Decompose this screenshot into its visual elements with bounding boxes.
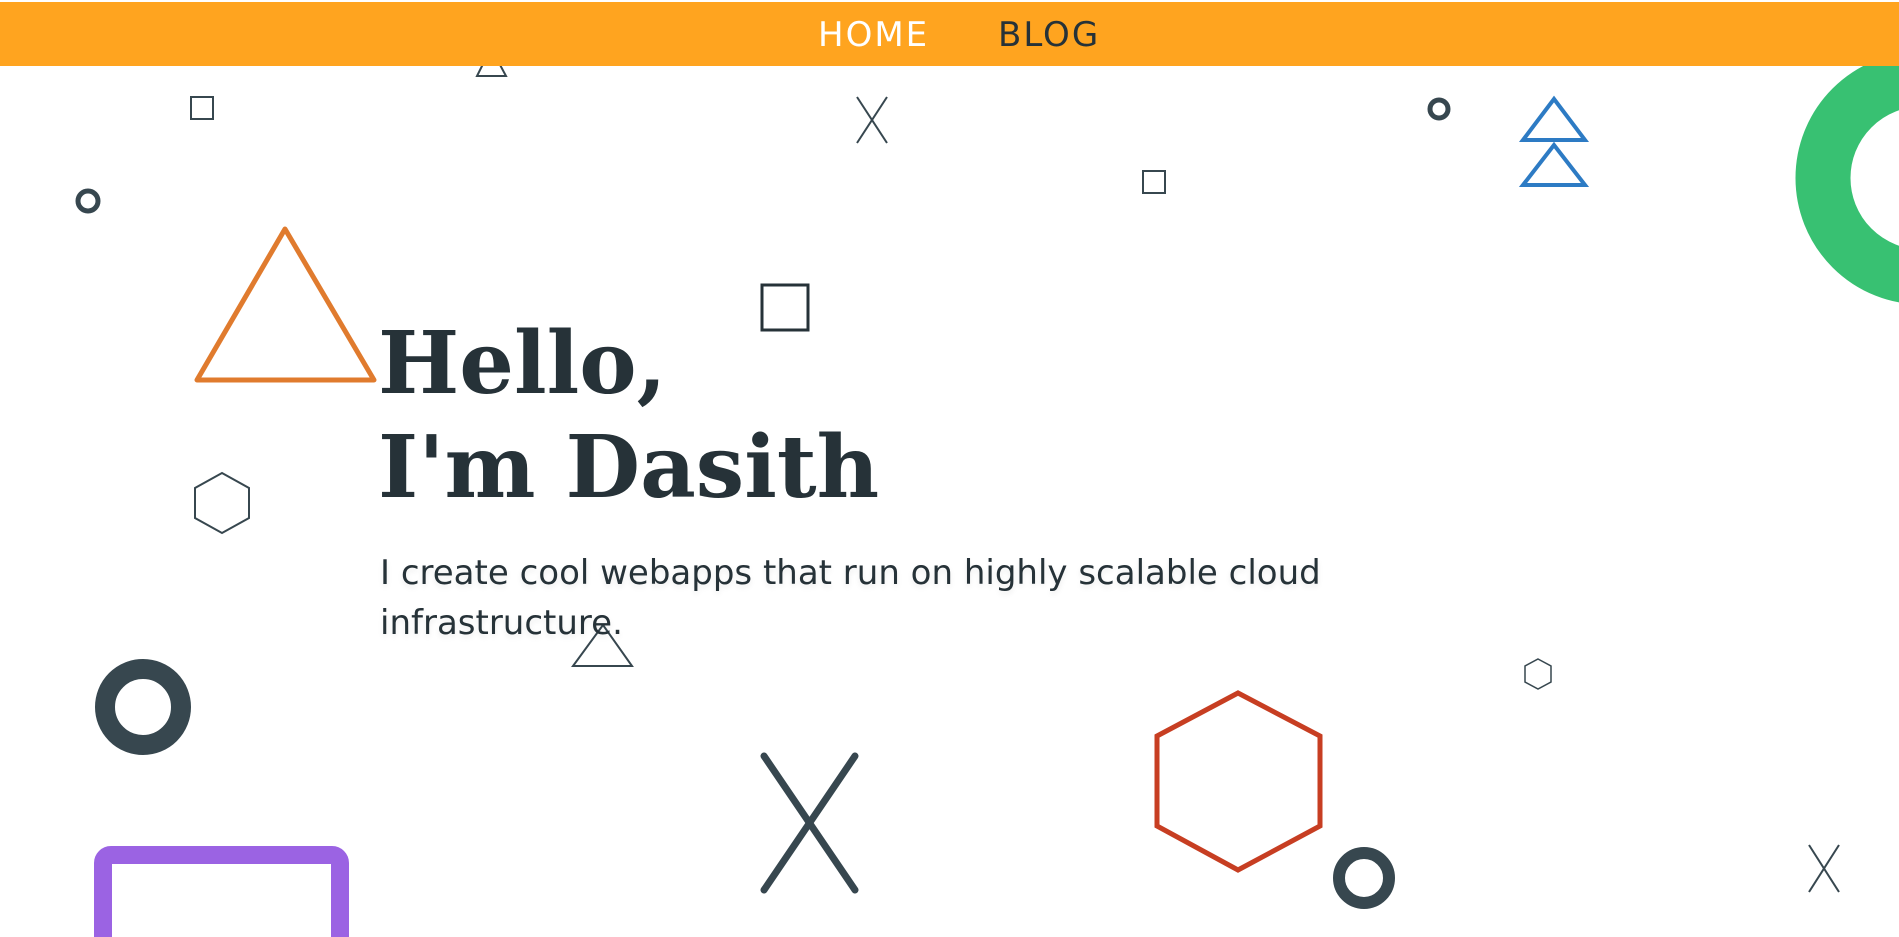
circle-icon: [1427, 97, 1451, 121]
purple-square-icon: [94, 846, 349, 937]
orange-triangle-icon: [194, 226, 377, 383]
circle-icon: [95, 659, 191, 755]
hero-title-name: I'm Dasith: [378, 417, 880, 518]
circle-icon: [1333, 847, 1395, 909]
red-hexagon-icon: [1154, 690, 1323, 873]
x-mark-icon: [856, 96, 888, 144]
nav-blog-link[interactable]: BLOG: [998, 2, 1100, 66]
x-mark-icon: [760, 752, 859, 894]
nav-home-link[interactable]: HOME: [818, 2, 929, 66]
hexagon-icon: [1524, 658, 1552, 690]
hero-subtitle: I create cool webapps that run on highly…: [380, 553, 1321, 643]
hero-title: Hello, I'm Dasith: [378, 312, 879, 520]
square-icon: [190, 96, 214, 120]
square-icon: [1142, 170, 1166, 194]
hero-title-greeting: Hello,: [378, 313, 667, 414]
hexagon-icon: [194, 471, 250, 535]
x-mark-icon: [1808, 844, 1840, 893]
blue-double-triangle-icon: [1518, 95, 1590, 187]
top-navbar: HOME BLOG: [0, 2, 1899, 66]
green-ring-icon: [1795, 53, 1899, 303]
circle-icon: [75, 188, 101, 214]
decorative-shapes-background: [75, 45, 1899, 937]
